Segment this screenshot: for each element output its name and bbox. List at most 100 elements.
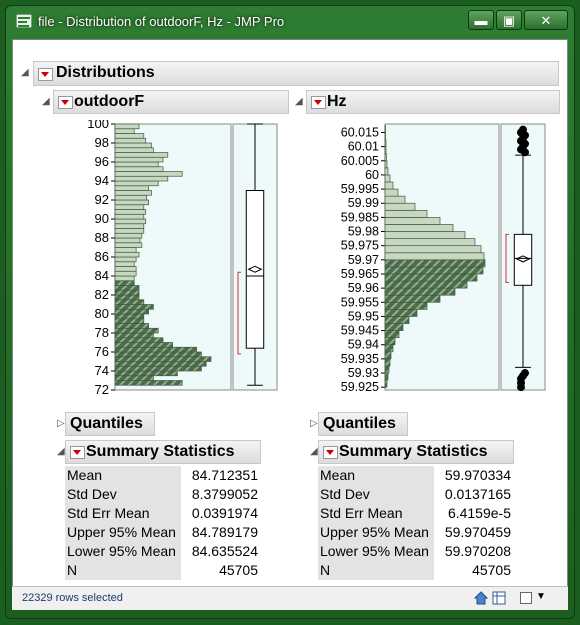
histogram-bar xyxy=(114,365,202,372)
histogram-bar xyxy=(384,188,399,197)
Hz-outline[interactable]: Hz xyxy=(306,90,560,114)
histogram-bar xyxy=(384,181,394,190)
histogram-bar xyxy=(384,245,482,254)
y-tick-label: 90 xyxy=(95,211,109,226)
quantiles-outline[interactable]: Quantiles xyxy=(318,412,408,436)
histogram-bar xyxy=(114,137,147,144)
stat-row: N 45705 xyxy=(65,561,258,580)
histogram-bar xyxy=(384,287,456,296)
title-bar[interactable]: file - Distribution of outdoorF, Hz - JM… xyxy=(6,6,574,36)
data-table-icon[interactable] xyxy=(492,591,506,605)
histogram-bar xyxy=(114,337,164,343)
variable-title: Hz xyxy=(327,93,347,110)
home-icon[interactable] xyxy=(474,591,488,605)
stat-row: Lower 95% Mean 59.970208 xyxy=(318,542,511,561)
histogram-bar xyxy=(384,224,454,232)
red-triangle-menu-icon[interactable] xyxy=(70,446,85,459)
summary-statistics-outline[interactable]: Summary Statistics xyxy=(318,440,514,464)
histogram-bar xyxy=(384,280,468,289)
y-tick-label: 59.94 xyxy=(348,338,379,352)
disclosure-icon[interactable]: ◢ xyxy=(21,67,29,78)
disclosure-icon[interactable]: ◢ xyxy=(295,96,303,107)
histogram-bar xyxy=(114,232,143,239)
histogram-bar xyxy=(114,166,164,172)
histogram-bar xyxy=(114,204,145,210)
disclosure-closed-icon[interactable]: ▷ xyxy=(57,418,65,429)
histogram-bar xyxy=(384,344,394,353)
y-tick-label: 92 xyxy=(95,192,109,207)
histogram-bar xyxy=(384,195,406,204)
y-tick-label: 80 xyxy=(95,306,109,321)
stat-label: N xyxy=(318,561,434,580)
histogram-bar xyxy=(114,370,178,377)
histogram-bar xyxy=(114,171,183,177)
stat-value: 0.0391974 xyxy=(191,505,258,521)
histogram-bar xyxy=(114,242,143,248)
histogram-bar xyxy=(114,275,135,282)
histogram-bar xyxy=(114,361,207,367)
disclosure-icon[interactable]: ◢ xyxy=(310,446,318,457)
y-tick-label: 59.98 xyxy=(348,225,379,239)
histogram-bar xyxy=(114,190,152,196)
close-button[interactable]: ✕ xyxy=(524,10,568,30)
disclosure-closed-icon[interactable]: ▷ xyxy=(310,418,318,429)
y-tick-label: 59.96 xyxy=(348,281,379,295)
stat-value: 84.712351 xyxy=(191,467,258,483)
y-tick-label: 59.925 xyxy=(341,380,379,394)
histogram-bar xyxy=(114,280,135,286)
variable-title: outdoorF xyxy=(74,93,145,110)
histogram-bar xyxy=(114,308,149,315)
stat-row: Mean 59.970334 xyxy=(318,466,511,485)
red-triangle-menu-icon[interactable] xyxy=(58,96,73,109)
y-tick-label: 59.935 xyxy=(341,352,379,366)
histogram-bar xyxy=(114,375,154,381)
histogram-bar xyxy=(114,299,145,305)
interquartile-box xyxy=(513,233,533,286)
histogram-bar xyxy=(384,167,389,176)
histogram-bar xyxy=(114,323,149,329)
stat-row: Lower 95% Mean 84.635524 xyxy=(65,542,258,561)
red-triangle-menu-icon[interactable] xyxy=(311,96,326,109)
y-tick-label: 60 xyxy=(365,168,379,182)
disclosure-icon[interactable]: ◢ xyxy=(57,446,65,457)
stat-row: Upper 95% Mean 59.970459 xyxy=(318,523,511,542)
jmp-app-icon[interactable] xyxy=(16,14,32,28)
histogram-bar xyxy=(384,125,386,133)
outdoorF-outline[interactable]: outdoorF xyxy=(53,90,289,114)
stat-value: 8.3799052 xyxy=(191,486,258,502)
quantiles-outline[interactable]: Quantiles xyxy=(65,412,155,436)
histogram-bar xyxy=(384,309,418,317)
disclosure-icon[interactable]: ◢ xyxy=(42,96,50,107)
minimize-button[interactable]: ▬ xyxy=(468,10,494,30)
stat-value: 59.970459 xyxy=(444,524,511,540)
y-tick-label: 60.005 xyxy=(341,154,379,168)
quantiles-label: Quantiles xyxy=(323,415,396,432)
stat-value: 59.970208 xyxy=(444,543,511,559)
y-tick-label: 74 xyxy=(95,363,109,378)
histogram-bar xyxy=(384,132,386,140)
histogram-bar xyxy=(384,231,466,239)
checkbox-icon[interactable] xyxy=(520,592,532,604)
window-title: file - Distribution of outdoorF, Hz - JM… xyxy=(38,14,285,29)
stat-label: Std Err Mean xyxy=(318,504,434,523)
y-tick-label: 76 xyxy=(95,344,109,359)
histogram-bar xyxy=(114,342,173,348)
summary-statistics-table: Mean 59.970334 Std Dev 0.0137165 Std Err Mea… xyxy=(318,466,511,580)
status-text: 22329 rows selected xyxy=(22,592,123,604)
stat-value: 0.0137165 xyxy=(444,486,511,502)
dropdown-arrow-icon[interactable]: ▼ xyxy=(536,591,546,602)
summary-label: Summary Statistics xyxy=(339,443,488,460)
distributions-outline[interactable]: Distributions xyxy=(33,61,559,86)
status-bar: 22329 rows selected ▼ xyxy=(12,586,568,610)
red-triangle-menu-icon[interactable] xyxy=(38,68,53,81)
maximize-button[interactable]: ▣ xyxy=(496,10,522,30)
red-triangle-menu-icon[interactable] xyxy=(323,446,338,459)
stat-label: Std Err Mean xyxy=(65,504,181,523)
y-tick-label: 94 xyxy=(95,173,109,188)
stat-label: Lower 95% Mean xyxy=(65,542,181,561)
outlier-point xyxy=(519,125,527,134)
summary-statistics-outline[interactable]: Summary Statistics xyxy=(65,440,261,464)
y-tick-label: 59.99 xyxy=(348,196,379,210)
y-tick-label: 98 xyxy=(95,135,109,150)
report-title: Distributions xyxy=(56,64,155,81)
